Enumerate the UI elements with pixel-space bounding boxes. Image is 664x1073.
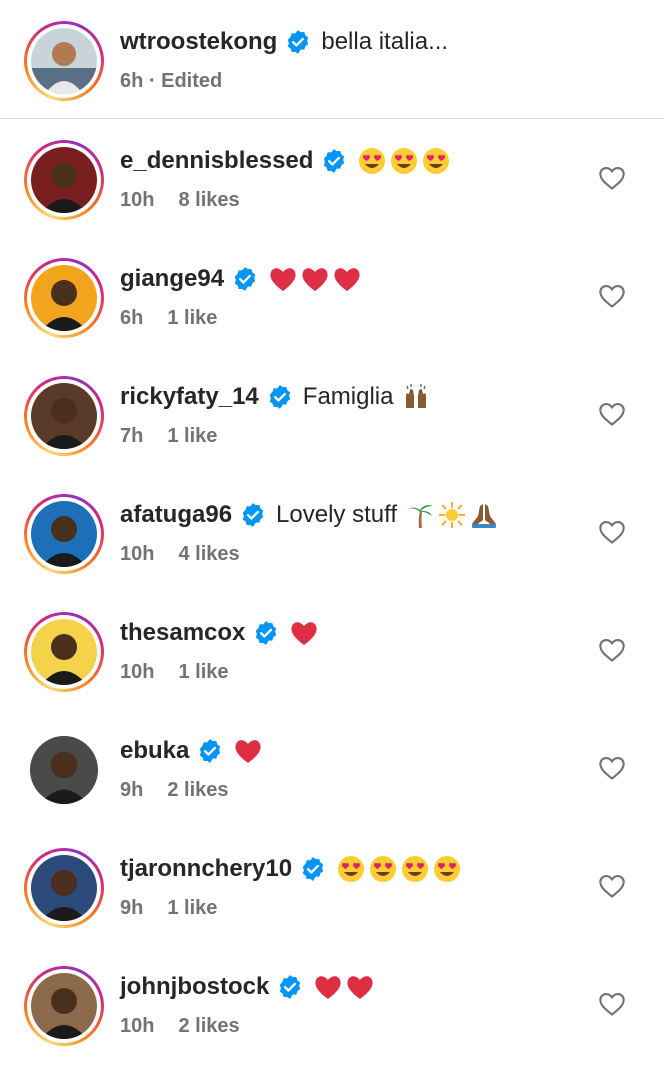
sun-emoji-icon: [437, 500, 467, 530]
comment-row: e_dennisblessed 10h 8 likes: [0, 119, 664, 237]
heart-eyes-emoji-icon: [389, 146, 419, 176]
like-heart-icon[interactable]: [598, 990, 626, 1018]
like-heart-icon[interactable]: [598, 754, 626, 782]
verified-badge-icon: [232, 266, 258, 292]
comment-username[interactable]: thesamcox: [120, 619, 245, 647]
comment-time: 10h: [120, 189, 155, 211]
red-heart-emoji-icon: [332, 264, 362, 294]
comment-avatar[interactable]: [24, 966, 104, 1046]
comment-avatar[interactable]: [24, 730, 104, 810]
like-heart-icon[interactable]: [598, 282, 626, 310]
verified-badge-icon: [267, 384, 293, 410]
comment-username[interactable]: e_dennisblessed: [120, 147, 313, 175]
red-heart-emoji-icon: [345, 972, 375, 1002]
comment-emojis: [336, 854, 464, 884]
comment-avatar[interactable]: [24, 258, 104, 338]
comment-avatar[interactable]: [24, 612, 104, 692]
verified-badge-icon: [300, 856, 326, 882]
caption-avatar[interactable]: [24, 21, 104, 101]
raising-hands-emoji-icon: [401, 382, 431, 412]
heart-eyes-emoji-icon: [400, 854, 430, 884]
heart-eyes-emoji-icon: [432, 854, 462, 884]
comment-username[interactable]: giange94: [120, 265, 224, 293]
like-heart-icon[interactable]: [598, 636, 626, 664]
comment-likes[interactable]: 1 like: [178, 661, 228, 683]
comment-username[interactable]: ebuka: [120, 737, 189, 765]
comment-likes[interactable]: 2 likes: [178, 1015, 239, 1037]
comment-row: giange94 6h 1 like: [0, 237, 664, 355]
comment-likes[interactable]: 8 likes: [178, 189, 239, 211]
like-heart-icon[interactable]: [598, 400, 626, 428]
caption-text: bella italia...: [321, 28, 449, 55]
comment-likes[interactable]: 4 likes: [178, 543, 239, 565]
red-heart-emoji-icon: [289, 618, 319, 648]
comment-row: johnjbostock 10h 2 likes: [0, 945, 664, 1063]
comment-avatar[interactable]: [24, 494, 104, 574]
comment-time: 7h: [120, 425, 144, 447]
comment-time: 10h: [120, 1015, 155, 1037]
red-heart-emoji-icon: [268, 264, 298, 294]
comment-text: Lovely stuff: [276, 501, 398, 528]
caption-time: 6h · Edited: [120, 70, 223, 92]
comment-row: tjaronnchery10 9h 1 like: [0, 827, 664, 945]
comment-likes[interactable]: 2 likes: [167, 779, 228, 801]
comment-emojis: [357, 146, 453, 176]
comment-username[interactable]: afatuga96: [120, 501, 232, 529]
heart-eyes-emoji-icon: [336, 854, 366, 884]
red-heart-emoji-icon: [233, 736, 263, 766]
verified-badge-icon: [240, 502, 266, 528]
comment-row: afatuga96 Lovely stuff 10h 4 likes: [0, 473, 664, 591]
like-heart-icon[interactable]: [598, 164, 626, 192]
comment-username[interactable]: rickyfaty_14: [120, 383, 259, 411]
verified-badge-icon: [253, 620, 279, 646]
comment-emojis: [401, 382, 433, 412]
verified-badge-icon: [285, 29, 311, 55]
comment-avatar[interactable]: [24, 848, 104, 928]
comment-emojis: [313, 972, 377, 1002]
comment-username[interactable]: tjaronnchery10: [120, 855, 292, 883]
heart-eyes-emoji-icon: [357, 146, 387, 176]
caption-username[interactable]: wtroostekong: [120, 28, 277, 56]
like-heart-icon[interactable]: [598, 872, 626, 900]
comment-emojis: [289, 618, 321, 648]
palm-tree-emoji-icon: [405, 500, 435, 530]
comment-username[interactable]: johnjbostock: [120, 973, 269, 1001]
comment-row: ebuka 9h 2 likes: [0, 709, 664, 827]
comment-emojis: [233, 736, 265, 766]
verified-badge-icon: [197, 738, 223, 764]
comment-time: 10h: [120, 543, 155, 565]
comment-likes[interactable]: 1 like: [167, 425, 217, 447]
verified-badge-icon: [277, 974, 303, 1000]
comment-avatar[interactable]: [24, 376, 104, 456]
comment-text: Famiglia: [302, 383, 394, 410]
comment-emojis: [405, 500, 501, 530]
red-heart-emoji-icon: [313, 972, 343, 1002]
comment-emojis: [268, 264, 364, 294]
folded-hands-emoji-icon: [469, 500, 499, 530]
comment-avatar[interactable]: [24, 140, 104, 220]
comment-time: 9h: [120, 779, 144, 801]
red-heart-emoji-icon: [300, 264, 330, 294]
like-heart-icon[interactable]: [598, 518, 626, 546]
verified-badge-icon: [321, 148, 347, 174]
comment-likes[interactable]: 1 like: [167, 307, 217, 329]
comment-time: 9h: [120, 897, 144, 919]
caption-row: wtroostekong bella italia... 6h · Edited: [0, 0, 664, 118]
comment-likes[interactable]: 1 like: [167, 897, 217, 919]
heart-eyes-emoji-icon: [421, 146, 451, 176]
heart-eyes-emoji-icon: [368, 854, 398, 884]
comment-row: thesamcox 10h 1 like: [0, 591, 664, 709]
comment-time: 10h: [120, 661, 155, 683]
comment-time: 6h: [120, 307, 144, 329]
comment-row: rickyfaty_14 Famiglia 7h 1 like: [0, 355, 664, 473]
